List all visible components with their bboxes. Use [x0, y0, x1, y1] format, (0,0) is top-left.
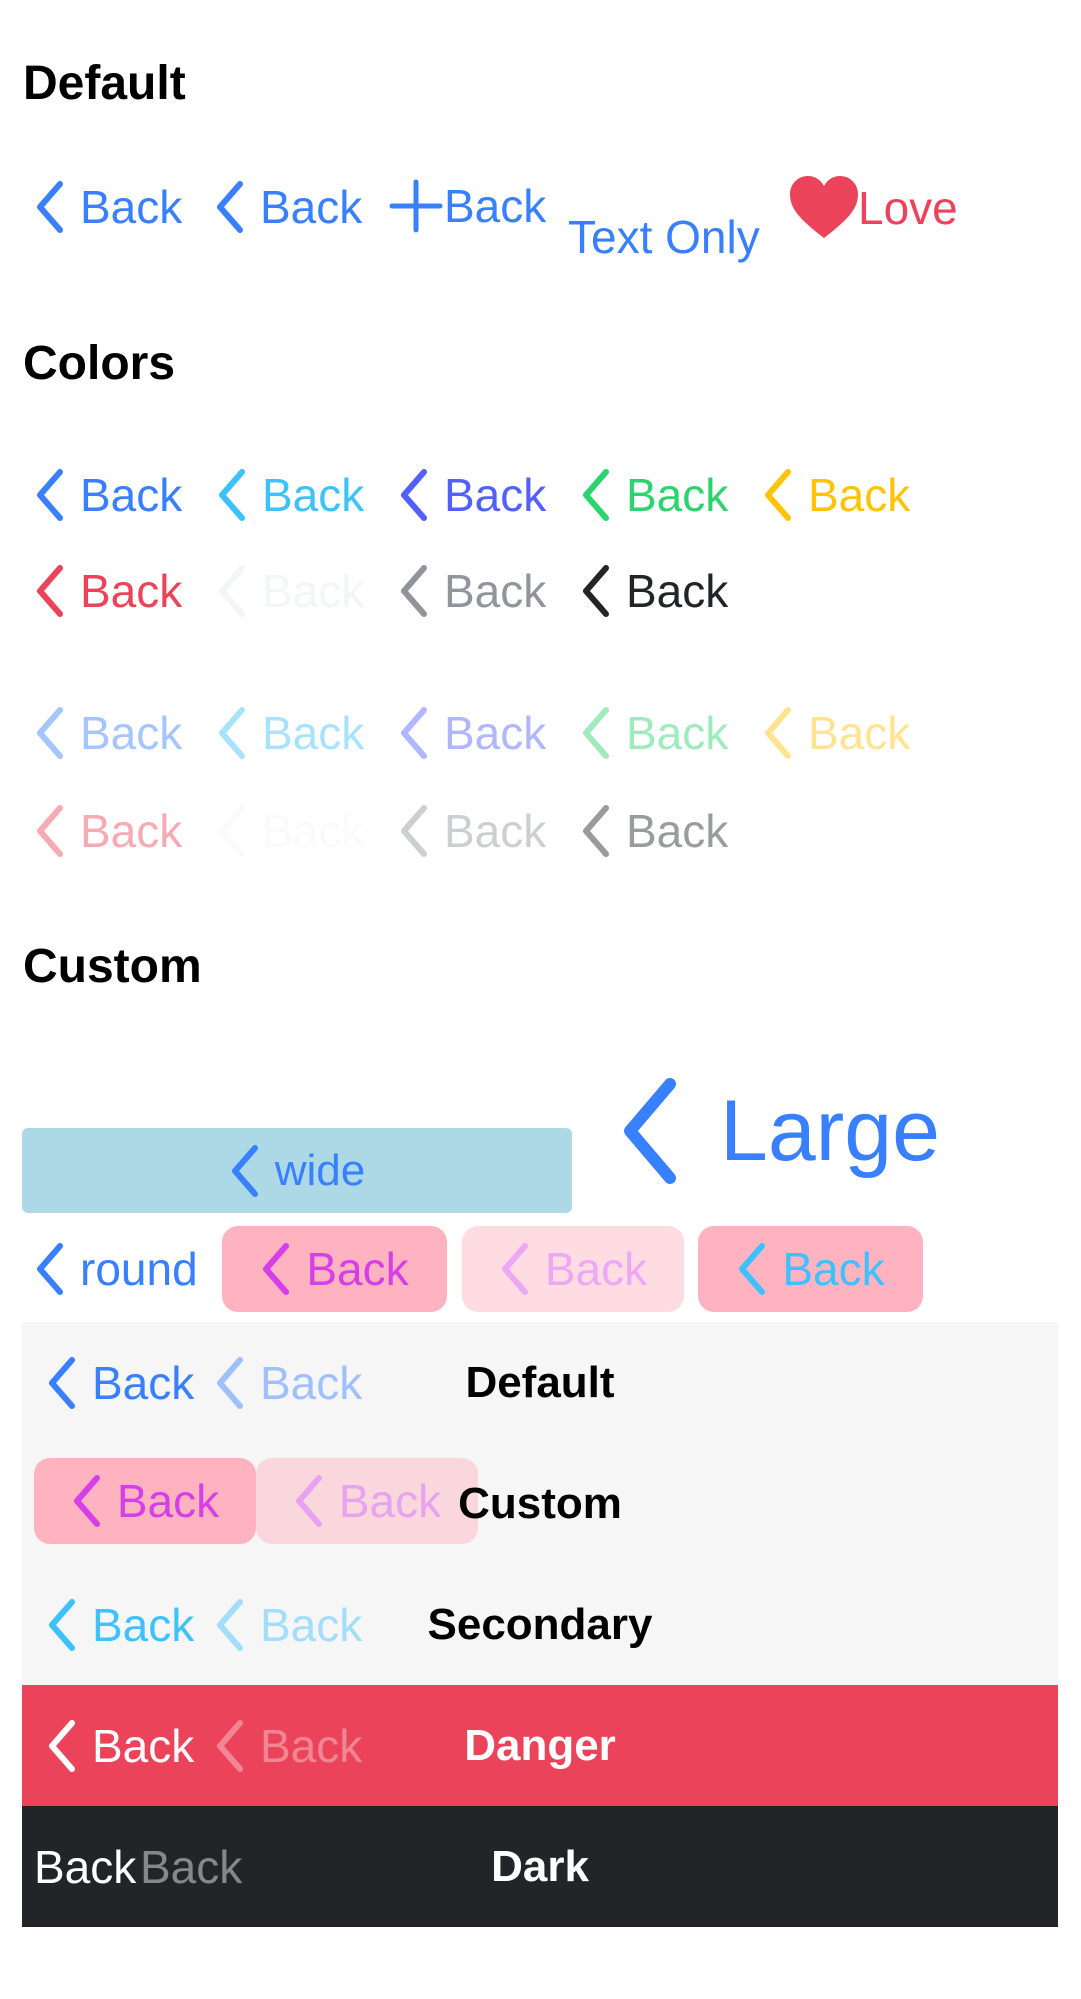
toolbar-custom: Back Back Custom	[22, 1443, 1058, 1564]
chevron-back-icon	[401, 565, 427, 617]
toolbar-default: Back Back Default	[22, 1322, 1058, 1443]
chevron-back-icon	[263, 1243, 290, 1295]
back-label: Back	[444, 565, 547, 617]
wide-button[interactable]: wide	[22, 1128, 572, 1213]
chevron-back-icon	[501, 1243, 528, 1295]
back-label: Back	[262, 565, 365, 617]
chevron-back-icon	[401, 469, 427, 521]
toolbar-dark: Back Back Dark	[22, 1806, 1058, 1927]
chevron-back-icon	[37, 565, 63, 617]
chevron-back-icon	[37, 1243, 63, 1295]
chevron-back-icon	[37, 181, 63, 233]
wide-label: wide	[274, 1145, 366, 1195]
toolbar-title: Secondary	[427, 1599, 653, 1649]
chevron-back-icon	[231, 1144, 258, 1197]
back-button-secondary-disabled[interactable]: Back	[216, 704, 364, 762]
back-button-success[interactable]: Back	[580, 466, 728, 524]
large-button[interactable]: Large	[620, 1076, 940, 1186]
chevron-back-icon	[219, 707, 245, 759]
love-button[interactable]: Love	[788, 176, 958, 240]
back-label: Back	[444, 469, 547, 521]
back-button-tertiary-disabled[interactable]: Back	[398, 704, 546, 762]
back-label: Back	[782, 1243, 885, 1295]
section-heading-custom: Custom	[23, 940, 202, 993]
custom-back-button-secondary[interactable]: Back	[698, 1226, 923, 1312]
back-label: Back	[626, 469, 729, 521]
chevron-back-icon	[401, 805, 427, 857]
chevron-back-icon	[37, 805, 63, 857]
back-button-tertiary[interactable]: Back	[398, 466, 546, 524]
round-button[interactable]: round	[34, 1240, 198, 1298]
back-button-secondary[interactable]: Back	[216, 466, 364, 524]
chevron-back-icon	[401, 707, 427, 759]
back-button-success-disabled[interactable]: Back	[580, 704, 728, 762]
back-button-add-icon[interactable]: Back	[388, 178, 546, 234]
chevron-back-icon	[37, 469, 63, 521]
toolbar-danger: Back Back Danger	[22, 1685, 1058, 1806]
add-icon	[389, 179, 443, 233]
chevron-back-icon	[583, 707, 609, 759]
back-button-medium[interactable]: Back	[398, 562, 546, 620]
chevron-back-icon	[37, 707, 63, 759]
chevron-back-icon	[219, 469, 245, 521]
back-button-primary-disabled[interactable]: Back	[34, 704, 182, 762]
chevron-back-icon	[219, 565, 245, 617]
back-label: Back	[80, 565, 183, 617]
text-only-button[interactable]: Text Only	[568, 214, 760, 260]
heart-icon	[790, 176, 858, 238]
custom-back-button[interactable]: Back	[222, 1226, 447, 1312]
section-heading-default: Default	[23, 57, 186, 110]
back-label: Back	[626, 707, 729, 759]
chevron-back-icon	[739, 1243, 766, 1295]
back-button-medium-disabled[interactable]: Back	[398, 802, 546, 860]
toolbar-title: Default	[465, 1357, 615, 1407]
back-label: Back	[80, 707, 183, 759]
chevron-back-icon	[583, 469, 609, 521]
back-label: Back	[260, 181, 363, 233]
back-label: Back	[262, 805, 365, 857]
toolbar-secondary: Back Back Secondary	[22, 1564, 1058, 1685]
back-button-dark[interactable]: Back	[580, 562, 728, 620]
back-label: Back	[80, 805, 183, 857]
back-label: Back	[80, 181, 183, 233]
chevron-back-icon	[583, 805, 609, 857]
back-label: Back	[444, 180, 547, 232]
custom-back-button-disabled[interactable]: Back	[462, 1226, 684, 1312]
back-button-light-disabled[interactable]: Back	[216, 802, 364, 860]
chevron-back-icon	[583, 565, 609, 617]
chevron-back-icon	[765, 707, 791, 759]
back-button-danger[interactable]: Back	[34, 562, 182, 620]
back-button-warning[interactable]: Back	[762, 466, 910, 524]
back-button-danger-disabled[interactable]: Back	[34, 802, 182, 860]
back-button-custom-icon[interactable]: Back	[214, 178, 362, 236]
chevron-back-icon	[624, 1078, 676, 1184]
chevron-back-icon	[219, 805, 245, 857]
back-label: Back	[262, 707, 365, 759]
back-label: Back	[80, 469, 183, 521]
text-only-label: Text Only	[568, 211, 760, 263]
back-button-primary[interactable]: Back	[34, 466, 182, 524]
back-label: Back	[808, 469, 911, 521]
toolbar-title: Danger	[464, 1720, 616, 1770]
back-button-default[interactable]: Back	[34, 178, 182, 236]
chevron-back-icon	[217, 181, 243, 233]
toolbar-title: Dark	[491, 1841, 589, 1891]
chevron-back-icon	[765, 469, 791, 521]
back-label: Back	[544, 1243, 648, 1295]
back-button-light[interactable]: Back	[216, 562, 364, 620]
back-label: Back	[444, 707, 547, 759]
back-label: Back	[306, 1243, 409, 1295]
back-label: Back	[626, 565, 729, 617]
back-button-warning-disabled[interactable]: Back	[762, 704, 910, 762]
section-heading-colors: Colors	[23, 337, 176, 390]
love-label: Love	[858, 182, 958, 234]
large-label: Large	[720, 1083, 940, 1179]
back-label: Back	[626, 805, 729, 857]
back-label: Back	[808, 707, 911, 759]
back-label: Back	[444, 805, 547, 857]
back-button-dark-disabled[interactable]: Back	[580, 802, 728, 860]
toolbar-title: Custom	[458, 1478, 622, 1528]
round-label: round	[80, 1243, 198, 1295]
back-label: Back	[262, 469, 365, 521]
